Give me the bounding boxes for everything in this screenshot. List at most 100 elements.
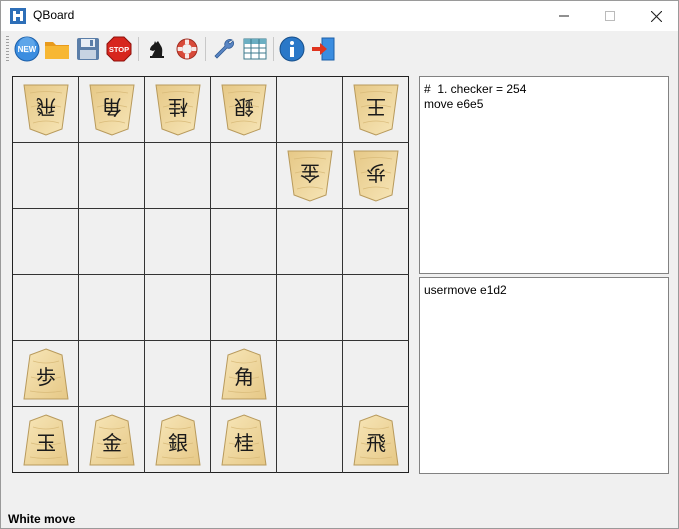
player-piece[interactable]: 玉: [21, 413, 71, 467]
board-square[interactable]: 金: [79, 407, 145, 473]
piece-glyph: 金: [300, 161, 320, 185]
user-log-line: usermove e1d2: [424, 283, 507, 297]
lifebuoy-icon: [176, 38, 198, 60]
player-piece[interactable]: 桂: [219, 413, 269, 467]
piece-glyph: 桂: [168, 95, 188, 119]
settings-button[interactable]: [210, 35, 238, 63]
floppy-icon: [77, 38, 99, 60]
engine-button[interactable]: [143, 35, 171, 63]
player-piece[interactable]: 銀: [153, 413, 203, 467]
board-square[interactable]: [79, 341, 145, 407]
board-square[interactable]: [277, 341, 343, 407]
folder-icon: [45, 42, 69, 59]
table-icon: [243, 38, 267, 60]
board-square[interactable]: [277, 407, 343, 473]
board-square[interactable]: 飛: [13, 77, 79, 143]
engine-output-panel[interactable]: # 1. checker = 254 move e6e5: [419, 76, 669, 274]
opponent-piece[interactable]: 王: [351, 83, 401, 137]
close-button[interactable]: [633, 1, 679, 31]
opponent-piece[interactable]: 飛: [21, 83, 71, 137]
piece-glyph: 飛: [366, 431, 386, 455]
maximize-icon: [605, 11, 615, 21]
board-square[interactable]: 歩: [343, 143, 409, 209]
board-square[interactable]: [13, 143, 79, 209]
board-square[interactable]: 玉: [13, 407, 79, 473]
minimize-icon: [559, 15, 569, 17]
board-square[interactable]: 桂: [211, 407, 277, 473]
board-square[interactable]: 銀: [211, 77, 277, 143]
piece-glyph: 桂: [234, 431, 254, 455]
board-square[interactable]: [277, 209, 343, 275]
board-square[interactable]: [13, 275, 79, 341]
opponent-piece[interactable]: 歩: [351, 149, 401, 203]
wrench-icon: [214, 39, 234, 59]
board-square[interactable]: 桂: [145, 77, 211, 143]
toolbar-separator: [273, 37, 274, 61]
piece-glyph: 歩: [36, 365, 56, 389]
maximize-button[interactable]: [587, 1, 633, 31]
shogi-board[interactable]: 飛角桂銀王金歩歩角玉金銀桂飛: [12, 76, 409, 473]
board-square[interactable]: [79, 209, 145, 275]
opponent-piece[interactable]: 桂: [153, 83, 203, 137]
piece-glyph: 歩: [366, 161, 386, 185]
stop-button[interactable]: STOP: [105, 35, 133, 63]
window-title: QBoard: [33, 8, 75, 22]
board-square[interactable]: 角: [211, 341, 277, 407]
table-button[interactable]: [241, 35, 269, 63]
toolbar-grip[interactable]: [6, 36, 9, 62]
open-button[interactable]: [43, 35, 71, 63]
piece-glyph: 金: [102, 431, 122, 455]
piece-glyph: 銀: [168, 431, 188, 455]
player-piece[interactable]: 飛: [351, 413, 401, 467]
piece-glyph: 玉: [36, 431, 56, 455]
app-window: QBoard NEW STOP 飛 角 桂 銀 王 金 歩 歩 角 玉 金 銀 …: [0, 0, 679, 529]
svg-text:STOP: STOP: [109, 45, 129, 54]
save-button[interactable]: [74, 35, 102, 63]
stop-icon: STOP: [106, 36, 132, 62]
board-square[interactable]: 王: [343, 77, 409, 143]
board-square[interactable]: [145, 275, 211, 341]
board-square[interactable]: 銀: [145, 407, 211, 473]
board-square[interactable]: [343, 209, 409, 275]
opponent-piece[interactable]: 金: [285, 149, 335, 203]
svg-text:NEW: NEW: [18, 45, 37, 54]
opponent-piece[interactable]: 銀: [219, 83, 269, 137]
new-game-button[interactable]: NEW: [13, 35, 41, 63]
board-square[interactable]: [211, 275, 277, 341]
board-square[interactable]: [79, 143, 145, 209]
piece-glyph: 王: [366, 95, 386, 119]
info-icon: [279, 36, 305, 62]
board-square[interactable]: [277, 77, 343, 143]
piece-glyph: 角: [234, 365, 254, 389]
title-bar: QBoard: [1, 1, 678, 31]
opponent-piece[interactable]: 角: [87, 83, 137, 137]
help-ring-button[interactable]: [173, 35, 201, 63]
board-square[interactable]: [277, 275, 343, 341]
engine-log-line: # 1. checker = 254: [424, 82, 527, 96]
board-square[interactable]: [145, 341, 211, 407]
board-square[interactable]: [211, 143, 277, 209]
exit-button[interactable]: [309, 35, 337, 63]
toolbar-separator: [205, 37, 206, 61]
board-square[interactable]: [343, 275, 409, 341]
board-square[interactable]: 金: [277, 143, 343, 209]
board-square[interactable]: 歩: [13, 341, 79, 407]
board-square[interactable]: [79, 275, 145, 341]
board-square[interactable]: [211, 209, 277, 275]
board-square[interactable]: 飛: [343, 407, 409, 473]
player-piece[interactable]: 歩: [21, 347, 71, 401]
app-logo-icon: [10, 8, 26, 24]
engine-log-line: move e6e5: [424, 97, 484, 111]
board-square[interactable]: [13, 209, 79, 275]
new-icon: NEW: [14, 36, 40, 62]
info-button[interactable]: [278, 35, 306, 63]
board-square[interactable]: [343, 341, 409, 407]
minimize-button[interactable]: [541, 1, 587, 31]
board-square[interactable]: 角: [79, 77, 145, 143]
player-piece[interactable]: 金: [87, 413, 137, 467]
board-square[interactable]: [145, 143, 211, 209]
piece-glyph: 銀: [234, 95, 254, 119]
board-square[interactable]: [145, 209, 211, 275]
user-input-panel[interactable]: usermove e1d2: [419, 277, 669, 474]
player-piece[interactable]: 角: [219, 347, 269, 401]
